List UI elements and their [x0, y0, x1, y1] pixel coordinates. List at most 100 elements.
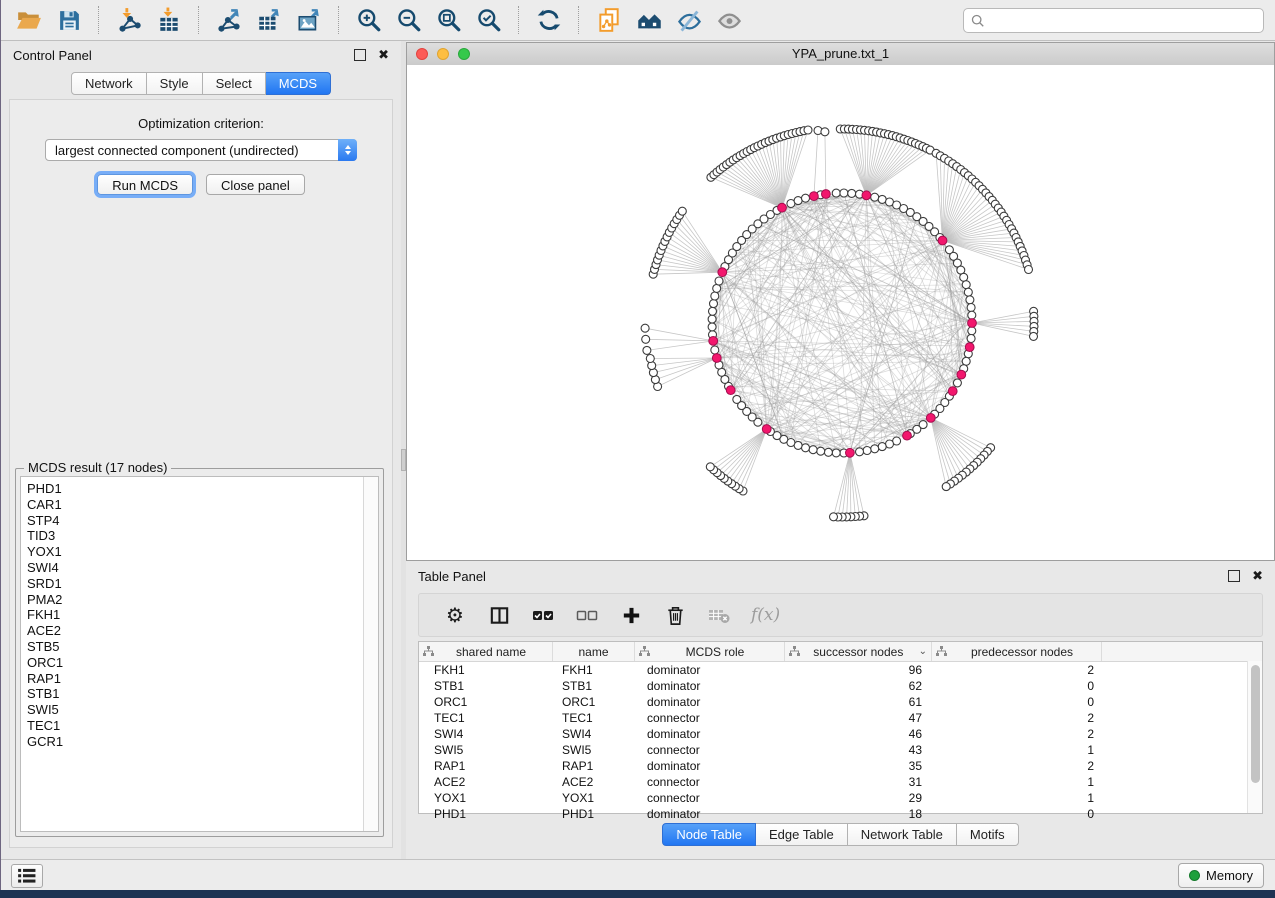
- list-item[interactable]: SWI4: [21, 560, 378, 576]
- show-hidden-icon[interactable]: [712, 4, 746, 36]
- run-mcds-button[interactable]: Run MCDS: [97, 174, 193, 195]
- list-item[interactable]: SRD1: [21, 576, 378, 592]
- table-row[interactable]: ORC1ORC1dominator610: [419, 694, 1262, 710]
- list-item[interactable]: SWI5: [21, 702, 378, 718]
- table-row[interactable]: FKH1FKH1dominator962: [419, 662, 1262, 678]
- table-cell: SWI4: [419, 726, 553, 742]
- zoom-out-icon[interactable]: [392, 4, 426, 36]
- window-minimize-icon[interactable]: [437, 48, 449, 60]
- control-panel-header: Control Panel ✖: [1, 41, 401, 69]
- float-panel-icon[interactable]: [354, 49, 366, 61]
- table-row[interactable]: PHD1PHD1dominator180: [419, 806, 1262, 822]
- table-row[interactable]: TEC1TEC1connector472: [419, 710, 1262, 726]
- table-row[interactable]: SWI4SWI4dominator462: [419, 726, 1262, 742]
- save-session-icon[interactable]: [52, 4, 86, 36]
- column-type-icon: [789, 646, 800, 657]
- memory-button[interactable]: Memory: [1178, 863, 1264, 888]
- select-all-rows-icon[interactable]: [526, 599, 560, 631]
- search-field[interactable]: [990, 12, 1263, 29]
- import-table-icon[interactable]: [152, 4, 186, 36]
- hide-selected-icon[interactable]: [672, 4, 706, 36]
- network-window-titlebar[interactable]: YPA_prune.txt_1: [407, 43, 1274, 66]
- table-cell: 31: [785, 774, 932, 790]
- list-item[interactable]: STP4: [21, 513, 378, 529]
- table-cell: 62: [785, 678, 932, 694]
- export-table-icon[interactable]: [252, 4, 286, 36]
- table-row[interactable]: SWI5SWI5connector431: [419, 742, 1262, 758]
- list-item[interactable]: ORC1: [21, 655, 378, 671]
- column-header-name[interactable]: name: [553, 642, 635, 661]
- table-cell: dominator: [635, 678, 785, 694]
- close-table-panel-icon[interactable]: ✖: [1252, 571, 1263, 581]
- table-row[interactable]: RAP1RAP1dominator352: [419, 758, 1262, 774]
- column-menu-chevron-icon[interactable]: ⌄: [919, 646, 927, 657]
- mcds-result-list[interactable]: PHD1CAR1STP4TID3YOX1SWI4SRD1PMA2FKH1ACE2…: [20, 476, 379, 832]
- open-session-icon[interactable]: [12, 4, 46, 36]
- table-cell: PHD1: [553, 806, 635, 822]
- network-canvas[interactable]: [407, 65, 1274, 560]
- zoom-in-icon[interactable]: [352, 4, 386, 36]
- list-item[interactable]: CAR1: [21, 497, 378, 513]
- list-item[interactable]: PMA2: [21, 592, 378, 608]
- table-cell: dominator: [635, 806, 785, 822]
- column-header-predecessor-nodes[interactable]: predecessor nodes: [932, 642, 1102, 661]
- main-toolbar: [1, 0, 1275, 41]
- tab-network-table[interactable]: Network Table: [848, 823, 957, 846]
- criterion-select[interactable]: largest connected component (undirected): [45, 139, 357, 161]
- table-row[interactable]: ACE2ACE2connector311: [419, 774, 1262, 790]
- export-image-icon[interactable]: [292, 4, 326, 36]
- refresh-icon[interactable]: [532, 4, 566, 36]
- search-input[interactable]: [963, 8, 1264, 33]
- import-network-icon[interactable]: [112, 4, 146, 36]
- function-builder-icon[interactable]: f(x): [751, 605, 780, 625]
- table-cell: SWI5: [419, 742, 553, 758]
- zoom-fit-icon[interactable]: [432, 4, 466, 36]
- add-column-icon[interactable]: [614, 599, 648, 631]
- result-list-scrollbar[interactable]: [363, 477, 378, 831]
- duplicate-network-icon[interactable]: [592, 4, 626, 36]
- tab-node-table[interactable]: Node Table: [662, 823, 756, 846]
- deselect-all-rows-icon[interactable]: [570, 599, 604, 631]
- column-header-mcds-role[interactable]: MCDS role: [635, 642, 785, 661]
- list-item[interactable]: FKH1: [21, 607, 378, 623]
- table-cell: connector: [635, 710, 785, 726]
- list-item[interactable]: ACE2: [21, 623, 378, 639]
- tab-edge-table[interactable]: Edge Table: [756, 823, 848, 846]
- window-maximize-icon[interactable]: [458, 48, 470, 60]
- list-item[interactable]: RAP1: [21, 671, 378, 687]
- table-cell: connector: [635, 774, 785, 790]
- list-item[interactable]: GCR1: [21, 734, 378, 750]
- delete-table-icon[interactable]: [702, 599, 736, 631]
- tab-network[interactable]: Network: [71, 72, 147, 95]
- column-header-shared-name[interactable]: shared name: [419, 642, 553, 661]
- list-item[interactable]: YOX1: [21, 544, 378, 560]
- close-panel-icon[interactable]: ✖: [378, 50, 389, 60]
- columns-icon[interactable]: [482, 599, 516, 631]
- table-scrollbar-thumb[interactable]: [1251, 665, 1260, 783]
- export-network-icon[interactable]: [212, 4, 246, 36]
- tab-style[interactable]: Style: [147, 72, 203, 95]
- table-settings-icon[interactable]: ⚙: [438, 599, 472, 631]
- list-item[interactable]: TID3: [21, 528, 378, 544]
- tab-select[interactable]: Select: [203, 72, 266, 95]
- list-item[interactable]: STB5: [21, 639, 378, 655]
- column-header-successor-nodes[interactable]: successor nodes ⌄: [785, 642, 932, 661]
- tab-mcds[interactable]: MCDS: [266, 72, 331, 95]
- table-row[interactable]: YOX1YOX1connector291: [419, 790, 1262, 806]
- list-item[interactable]: STB1: [21, 686, 378, 702]
- mcds-panel: Optimization criterion: largest connecte…: [9, 99, 393, 848]
- zoom-selected-icon[interactable]: [472, 4, 506, 36]
- list-menu-icon: [17, 868, 37, 884]
- show-panels-button[interactable]: [11, 864, 43, 888]
- delete-column-icon[interactable]: [658, 599, 692, 631]
- table-cell: 35: [785, 758, 932, 774]
- window-close-icon[interactable]: [416, 48, 428, 60]
- close-panel-button[interactable]: Close panel: [206, 174, 305, 195]
- table-scrollbar[interactable]: [1247, 661, 1262, 813]
- float-table-panel-icon[interactable]: [1228, 570, 1240, 582]
- table-row[interactable]: STB1STB1dominator620: [419, 678, 1262, 694]
- list-item[interactable]: TEC1: [21, 718, 378, 734]
- list-item[interactable]: PHD1: [21, 481, 378, 497]
- home-networks-icon[interactable]: [632, 4, 666, 36]
- tab-motifs[interactable]: Motifs: [957, 823, 1019, 846]
